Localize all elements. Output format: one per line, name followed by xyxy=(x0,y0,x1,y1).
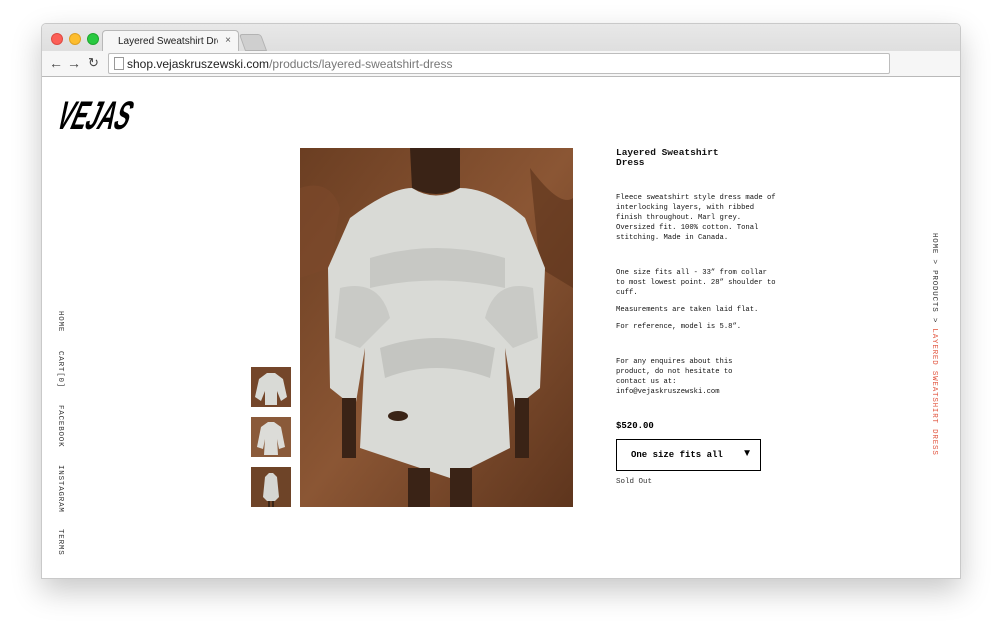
model-note: For reference, model is 5.8”. xyxy=(616,323,742,331)
enquiry-note: For any enquires about this product, do … xyxy=(616,358,733,396)
nav-cart-link[interactable]: CART[0] xyxy=(56,351,64,388)
size-note: One size fits all - 33” from collar to m… xyxy=(616,269,776,297)
product-photo xyxy=(300,148,573,507)
measurement-note: Measurements are taken laid flat. xyxy=(616,306,759,314)
browser-tab[interactable]: Layered Sweatshirt Dress – × xyxy=(102,30,239,52)
back-arrow-icon[interactable]: ← xyxy=(49,55,63,71)
url-text: shop.vejaskruszewski.com/products/layere… xyxy=(127,57,452,71)
size-select[interactable]: One size fits all ▼ xyxy=(616,439,761,471)
breadcrumb-products[interactable]: PRODUCTS xyxy=(930,270,938,312)
size-select-value: One size fits all xyxy=(631,450,723,460)
page-icon xyxy=(114,57,124,70)
vejas-logo-mark: VEJAS xyxy=(50,92,141,137)
thumbnail-image xyxy=(251,417,291,457)
forward-arrow-icon[interactable]: → xyxy=(67,55,81,71)
product-description: Fleece sweatshirt style dress made of in… xyxy=(616,194,776,242)
nav-home-link[interactable]: HOME xyxy=(56,311,64,332)
browser-chrome: Layered Sweatshirt Dress – × ← → ↻ shop.… xyxy=(42,24,960,77)
breadcrumb-home[interactable]: HOME xyxy=(930,233,938,254)
zoom-window-button[interactable] xyxy=(87,33,99,45)
breadcrumb: HOME > PRODUCTS > LAYERED SWEATSHIRT DRE… xyxy=(930,233,938,456)
product-info: Layered Sweatshirt Dress Fleece sweatshi… xyxy=(616,148,776,397)
logo-text: VEJAS xyxy=(56,92,141,137)
window-controls xyxy=(51,33,99,45)
close-window-button[interactable] xyxy=(51,33,63,45)
reload-icon[interactable]: ↻ xyxy=(88,55,99,71)
vejas-logo[interactable]: VEJAS xyxy=(50,89,144,142)
thumbnail-image xyxy=(251,367,291,407)
stock-status: Sold Out xyxy=(616,478,653,486)
product-thumbnail[interactable] xyxy=(251,367,291,407)
browser-window: Layered Sweatshirt Dress – × ← → ↻ shop.… xyxy=(41,23,961,579)
address-bar[interactable]: shop.vejaskruszewski.com/products/layere… xyxy=(108,53,890,74)
breadcrumb-current: LAYERED SWEATSHIRT DRESS xyxy=(930,328,938,456)
product-thumbnail[interactable] xyxy=(251,467,291,507)
product-price: $520.00 xyxy=(616,421,654,431)
url-path: /products/layered-sweatshirt-dress xyxy=(269,57,453,71)
minimize-window-button[interactable] xyxy=(69,33,81,45)
url-domain: shop.vejaskruszewski.com xyxy=(127,57,270,71)
new-tab-button[interactable] xyxy=(238,34,268,51)
nav-terms-link[interactable]: TERMS xyxy=(56,529,64,556)
product-thumbnail[interactable] xyxy=(251,417,291,457)
product-main-image[interactable] xyxy=(300,148,573,507)
dropdown-arrow-icon: ▼ xyxy=(742,448,752,459)
breadcrumb-separator: > xyxy=(930,254,938,271)
product-title: Layered Sweatshirt Dress xyxy=(616,147,719,168)
page-content: VEJAS HOME CART[0] FACEBOOK INSTAGRAM TE… xyxy=(42,77,960,578)
nav-instagram-link[interactable]: INSTAGRAM xyxy=(56,465,64,513)
thumbnail-image xyxy=(251,467,291,507)
tab-close-icon[interactable]: × xyxy=(225,35,231,46)
browser-toolbar: ← → ↻ shop.vejaskruszewski.com/products/… xyxy=(42,51,960,76)
tab-title: Layered Sweatshirt Dress – xyxy=(118,36,218,47)
side-nav: HOME CART[0] FACEBOOK INSTAGRAM TERMS xyxy=(56,311,68,561)
breadcrumb-separator: > xyxy=(930,312,938,329)
nav-facebook-link[interactable]: FACEBOOK xyxy=(56,405,64,447)
